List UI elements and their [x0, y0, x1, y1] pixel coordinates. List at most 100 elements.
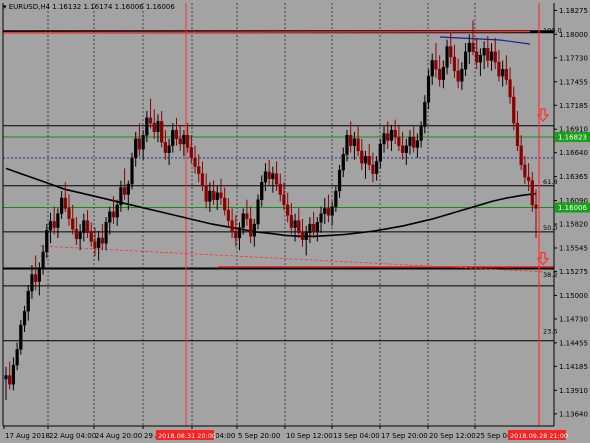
- candle-body: [89, 232, 93, 242]
- candle-body: [452, 56, 457, 72]
- candle-body: [460, 68, 464, 82]
- triangle-down-icon[interactable]: ▾: [3, 3, 7, 11]
- candle-body: [289, 215, 293, 228]
- candle-body: [412, 136, 416, 148]
- price-tick-label: 1.14730: [559, 315, 588, 323]
- chart-header: ▾ EURUSD,H4 1.16132 1.16174 1.16006 1.16…: [3, 3, 175, 11]
- price-chart[interactable]: 100.061.850.038.223.6 1.182751.180001.17…: [0, 0, 590, 443]
- candle-body: [22, 310, 27, 326]
- candle-body: [341, 154, 345, 171]
- candle-body: [534, 204, 538, 209]
- candle-body: [82, 220, 86, 233]
- time-tick-label: 22 Aug 04:00: [49, 432, 96, 440]
- candle-body: [330, 206, 334, 216]
- time-tick-label: 5 Sep 20:00: [238, 432, 280, 440]
- candle-body: [349, 135, 353, 146]
- candle-body: [93, 241, 97, 248]
- candle-body: [497, 61, 501, 77]
- candle-body: [471, 42, 475, 52]
- candle-body: [256, 199, 260, 225]
- candle-body: [111, 211, 116, 218]
- candle-body: [378, 143, 382, 162]
- candle-body: [323, 208, 327, 214]
- candle-body: [189, 147, 193, 159]
- candle-body: [230, 220, 234, 232]
- price-tick-label: 1.14185: [559, 363, 588, 371]
- fib-level-label: 50.0: [543, 224, 557, 232]
- current-price-tag: 1.16006: [558, 204, 587, 212]
- candle-body: [11, 364, 16, 385]
- candle-body: [71, 218, 75, 230]
- candle-body: [352, 138, 356, 146]
- candle-body: [426, 75, 431, 103]
- price-tick-label: 1.13640: [559, 410, 588, 418]
- price-tick-label: 1.15275: [559, 268, 588, 276]
- candle-body: [37, 267, 41, 282]
- candle-body: [526, 176, 531, 181]
- candle-body: [193, 157, 197, 167]
- price-tick-label: 1.18000: [559, 31, 588, 39]
- candle-body: [34, 274, 38, 282]
- price-tick-label: 1.16365: [559, 173, 588, 181]
- candle-body: [204, 185, 208, 202]
- candle-body: [223, 197, 227, 211]
- candle-body: [56, 213, 60, 228]
- candle-body: [211, 190, 216, 200]
- candle-body: [319, 213, 323, 223]
- candle-body: [63, 197, 67, 209]
- candle-body: [234, 230, 238, 239]
- candle-body: [367, 155, 371, 166]
- candle-body: [48, 221, 53, 231]
- candle-body: [252, 223, 256, 237]
- candle-body: [315, 222, 319, 232]
- candle-body: [415, 140, 419, 148]
- candle-body: [156, 121, 160, 133]
- candle-body: [130, 157, 134, 185]
- chart-window[interactable]: 100.0 61.8 50.0 38.2 23.6 1.18275 1.18000 1.17…: [0, 0, 590, 443]
- candle-body: [260, 182, 264, 200]
- ohlc-open: 1.16132: [52, 3, 82, 11]
- candle-body: [449, 46, 453, 58]
- candle-body: [512, 96, 516, 124]
- candle-body: [300, 232, 305, 240]
- price-tick-label: 1.13910: [559, 387, 588, 395]
- candle-body: [286, 204, 290, 216]
- candle-body: [245, 213, 249, 220]
- candle-body: [304, 232, 308, 240]
- candle-body: [400, 145, 405, 153]
- candle-body: [267, 171, 271, 180]
- candle-body: [45, 229, 49, 253]
- time-tick-label: 17 Sep 20:00: [381, 432, 428, 440]
- candle: [130, 152, 134, 190]
- time-tick-label: 17 Aug 2018: [5, 432, 50, 440]
- candle-body: [308, 223, 312, 233]
- candle-body: [467, 42, 471, 52]
- candle-body: [393, 129, 397, 138]
- ohlc-low: 1.16006: [114, 3, 144, 11]
- candle-body: [297, 220, 301, 233]
- price-tick-label: 1.17730: [559, 54, 588, 62]
- candle-body: [515, 122, 520, 146]
- candle-body: [263, 171, 268, 183]
- candle-body: [508, 79, 512, 98]
- candle-body: [171, 129, 175, 146]
- candle-body: [389, 129, 394, 141]
- candle-body: [404, 145, 408, 153]
- candle-body: [463, 51, 468, 70]
- candle-body: [375, 161, 379, 174]
- candle-body: [345, 135, 349, 155]
- candle-body: [52, 221, 56, 228]
- candle-body: [237, 227, 242, 239]
- candle-body: [475, 51, 479, 63]
- candle-body: [438, 68, 442, 80]
- candle-body: [441, 67, 445, 80]
- candle-body: [152, 122, 156, 133]
- candle-body: [148, 117, 153, 124]
- candle-body: [208, 190, 212, 202]
- candle-body: [200, 173, 205, 186]
- candle-body: [100, 237, 104, 244]
- candle-body: [504, 68, 508, 80]
- candle-body: [30, 274, 34, 292]
- candle-body: [97, 237, 101, 248]
- candle-body: [489, 51, 494, 61]
